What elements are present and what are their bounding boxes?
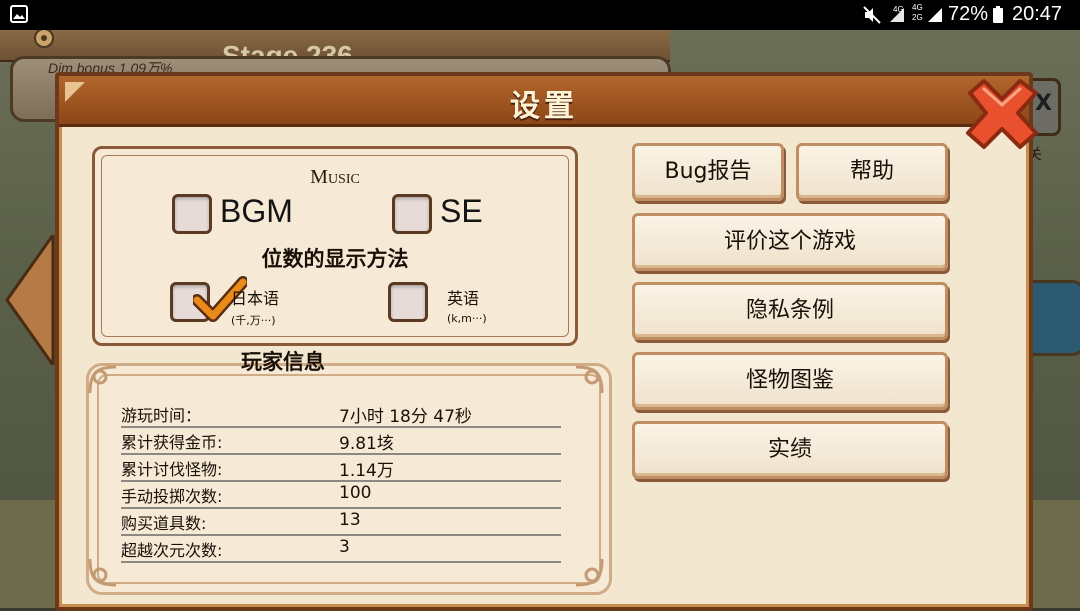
stat-row: 累计讨伐怪物: 1.14万 — [121, 454, 561, 482]
privacy-policy-label: 隐私条例 — [745, 298, 834, 323]
network-type-a: 4G — [912, 3, 923, 12]
corner-scroll-icon — [575, 558, 604, 587]
stat-row: 累计获得金币: 9.81垓 — [121, 427, 561, 455]
stat-value: 7小时 18分 47秒 — [339, 407, 472, 427]
stat-value: 13 — [339, 510, 361, 530]
corner-scroll-icon — [88, 365, 117, 394]
dialog-title: 设置 — [510, 89, 578, 124]
stat-value: 1.14万 — [339, 461, 394, 481]
digit-display-heading: 位数的显示方法 — [261, 247, 409, 271]
monster-book-label: 怪物图鉴 — [745, 368, 834, 393]
network-type-b: 2G — [912, 13, 923, 22]
dialog-header: 设置 — [59, 76, 1029, 127]
english-label: 英语 — [447, 289, 480, 308]
japanese-label: 日本语 — [231, 289, 280, 308]
help-button[interactable]: 帮助 — [796, 143, 948, 201]
corner-scroll-icon — [575, 365, 604, 394]
signal-icon — [890, 8, 904, 22]
gallery-icon — [10, 5, 28, 23]
settings-dialog: 设置 Music BGM SE 位数的显示方法 日本语 (千,万···) 英语 … — [55, 72, 1033, 611]
sound-display-settings: Music BGM SE 位数的显示方法 日本语 (千,万···) 英语 (k,… — [92, 146, 578, 346]
battery-percent: 72% — [948, 3, 989, 25]
achievements-button[interactable]: 实绩 — [632, 421, 948, 479]
left-arrow-icon[interactable] — [5, 235, 55, 365]
bug-report-button[interactable]: Bug报告 — [632, 143, 784, 201]
bgm-checkbox[interactable] — [172, 194, 212, 234]
se-checkbox[interactable] — [392, 194, 432, 234]
english-sub-label: (k,m···) — [447, 312, 487, 325]
rate-game-button[interactable]: 评价这个游戏 — [632, 213, 948, 271]
gear-icon — [34, 30, 54, 48]
stat-label: 超越次元次数: — [121, 541, 223, 560]
battery-icon — [993, 6, 1003, 23]
se-label: SE — [440, 193, 483, 229]
privacy-policy-button[interactable]: 隐私条例 — [632, 282, 948, 340]
player-info-title: 玩家信息 — [241, 350, 325, 374]
stat-value: 9.81垓 — [339, 434, 394, 454]
rate-game-label: 评价这个游戏 — [723, 229, 856, 254]
stat-value: 100 — [339, 483, 372, 503]
stat-label: 手动投掷次数: — [121, 487, 223, 506]
stat-row: 手动投掷次数: 100 — [121, 481, 561, 509]
mute-icon — [863, 6, 881, 24]
close-icon[interactable] — [960, 75, 1044, 155]
stat-row: 超越次元次数: 3 — [121, 535, 561, 563]
bgm-label: BGM — [220, 193, 293, 229]
stat-row: 游玩时间： 7小时 18分 47秒 — [121, 400, 561, 428]
music-label: Music — [310, 166, 360, 188]
corner-scroll-icon — [88, 558, 117, 587]
stat-value: 3 — [339, 537, 350, 557]
clock: 20:47 — [1012, 3, 1063, 25]
bug-report-label: Bug报告 — [664, 159, 752, 184]
stat-label: 累计获得金币: — [121, 433, 223, 452]
status-bar: 4G 4G 2G 72% 20:47 — [0, 0, 1080, 30]
achievements-label: 实绩 — [767, 437, 812, 462]
stat-label: 游玩时间： — [121, 406, 202, 425]
english-checkbox[interactable] — [388, 282, 428, 322]
help-label: 帮助 — [849, 159, 894, 184]
stat-label: 累计讨伐怪物: — [121, 460, 223, 479]
stat-label: 购买道具数: — [121, 514, 207, 533]
japanese-sub-label: (千,万···) — [231, 314, 276, 327]
stat-row: 购买道具数: 13 — [121, 508, 561, 536]
monster-book-button[interactable]: 怪物图鉴 — [632, 352, 948, 410]
signal-icon-2 — [928, 8, 942, 22]
